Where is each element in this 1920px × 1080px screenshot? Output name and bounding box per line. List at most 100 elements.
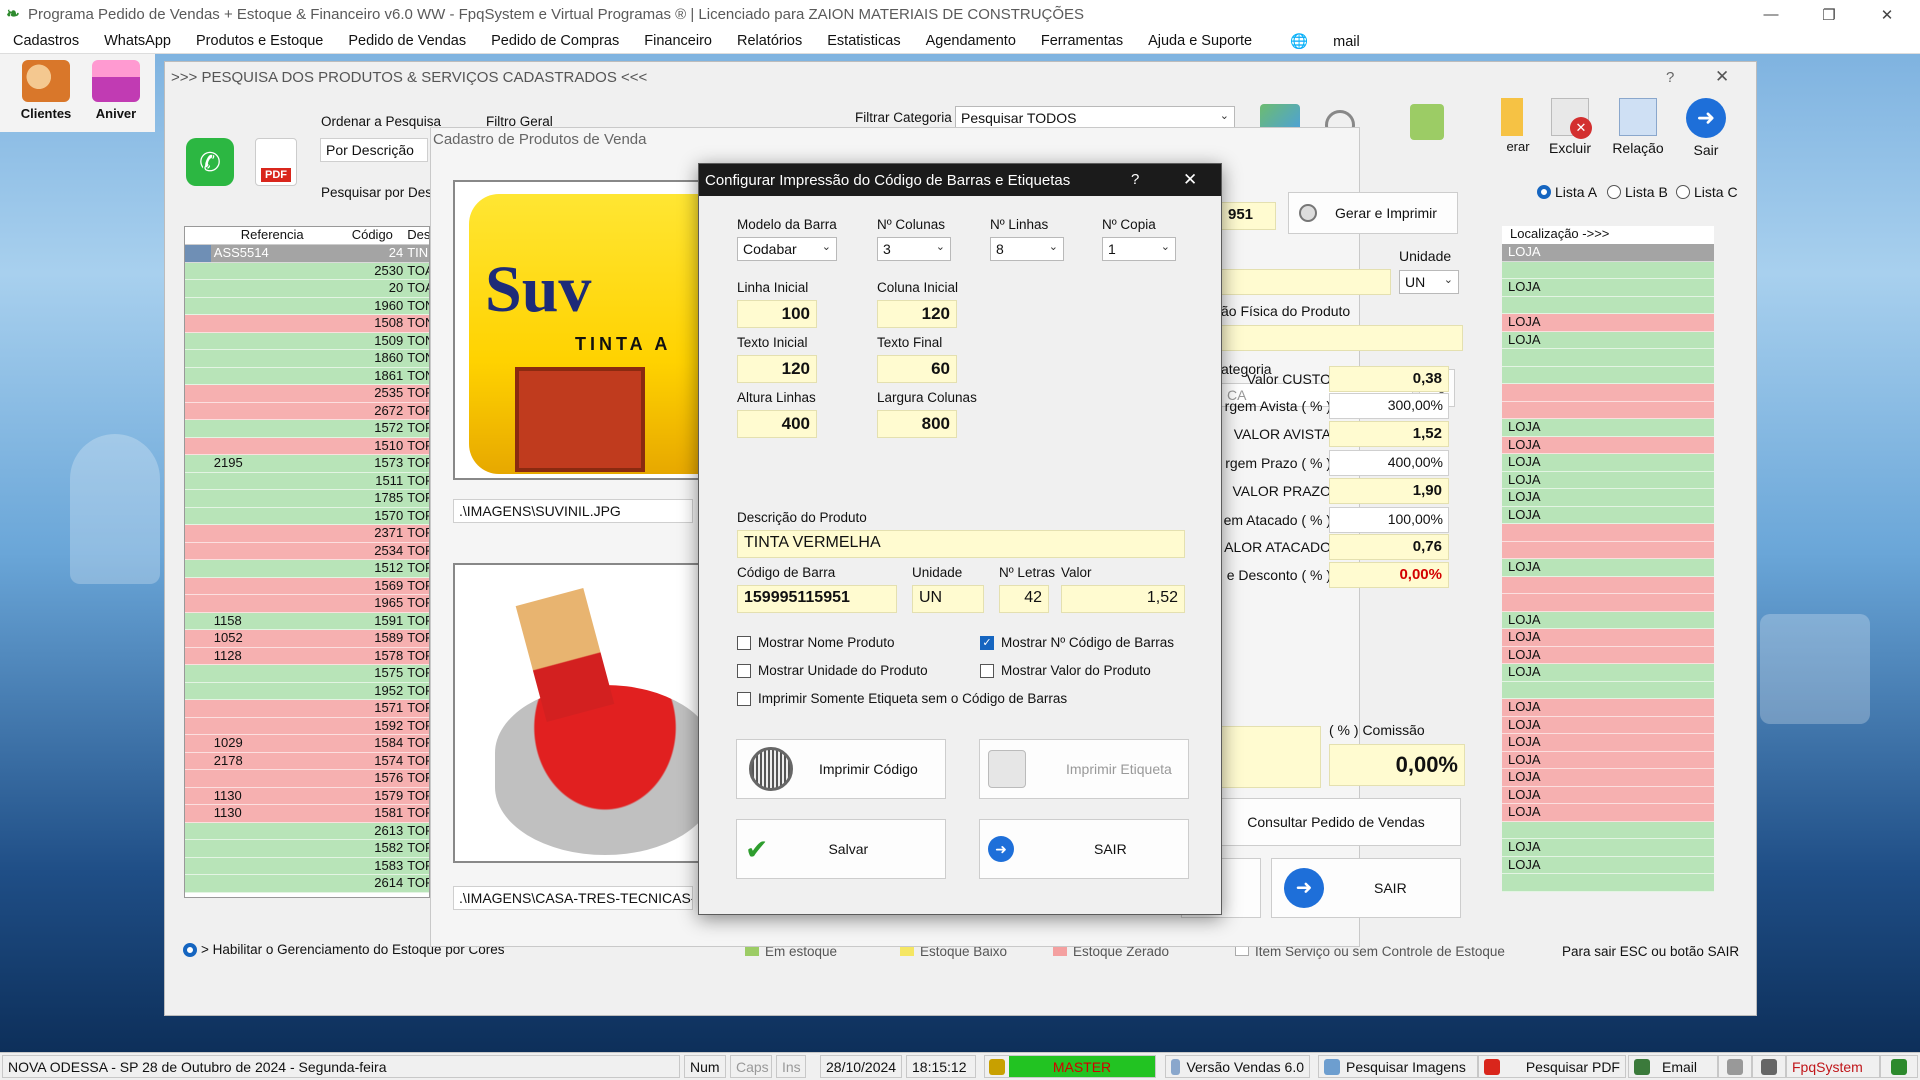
table-row[interactable]: 1592TOF	[185, 717, 429, 735]
image2-path-field[interactable]: .\IMAGENS\CASA-TRES-TECNICAS-P	[453, 886, 693, 910]
location-row[interactable]	[1502, 261, 1714, 279]
largura-field[interactable]: 800	[877, 410, 957, 438]
product-image-1[interactable]: Suv TINTA A	[453, 180, 703, 480]
table-row[interactable]: 2535TOF	[185, 385, 429, 403]
col-ref-header[interactable]: Referencia	[211, 227, 350, 244]
product-image-2[interactable]	[453, 563, 703, 863]
table-row[interactable]: 1128 1578TOF	[185, 647, 429, 665]
location-row[interactable]	[1502, 349, 1714, 367]
location-row[interactable]: LOJA	[1502, 314, 1714, 332]
price-field[interactable]: 0,76	[1329, 534, 1449, 560]
whatsapp-icon[interactable]: ✆	[186, 138, 234, 186]
table-row[interactable]: 1029 1584TOF	[185, 735, 429, 753]
table-row[interactable]: 2530TOA	[185, 262, 429, 280]
price-field[interactable]: 0,00%	[1329, 562, 1449, 588]
location-row[interactable]	[1502, 296, 1714, 314]
location-row[interactable]	[1502, 821, 1714, 839]
table-row[interactable]: 2195 1573TOF	[185, 455, 429, 473]
dialog-help-button[interactable]: ?	[1131, 171, 1139, 188]
chk-mostrar-valor[interactable]: Mostrar Valor do Produto	[980, 663, 1151, 678]
table-row[interactable]: 1510TOF	[185, 437, 429, 455]
texto-final-field[interactable]: 60	[877, 355, 957, 383]
altura-field[interactable]: 400	[737, 410, 817, 438]
chk-somente-etiqueta[interactable]: Imprimir Somente Etiqueta sem o Código d…	[737, 691, 1067, 706]
order-select[interactable]: Por Descrição	[320, 138, 428, 162]
table-row[interactable]: 2613TOF	[185, 822, 429, 840]
menu-relatorios[interactable]: Relatórios	[737, 33, 802, 49]
modelo-select[interactable]: Codabar ⌄	[737, 237, 837, 261]
descricao-field[interactable]: TINTA VERMELHA	[737, 530, 1185, 558]
chk-mostrar-unidade[interactable]: Mostrar Unidade do Produto	[737, 663, 928, 678]
search-window-close-button[interactable]: ✕	[1715, 67, 1729, 87]
location-row[interactable]: LOJA	[1502, 559, 1714, 577]
products-grid[interactable]: Referencia Código Des ASS5514 24 TIN 2530 TO…	[184, 226, 430, 898]
table-row[interactable]: 1512TOF	[185, 560, 429, 578]
email-button[interactable]: Email	[1628, 1055, 1718, 1078]
location-row[interactable]: LOJA	[1502, 664, 1714, 682]
table-row[interactable]: 1575TOF	[185, 665, 429, 683]
table-row[interactable]: 1130 1579TOF	[185, 787, 429, 805]
price-field[interactable]: 1,52	[1329, 421, 1449, 447]
location-row[interactable]: LOJA	[1502, 751, 1714, 769]
location-row[interactable]	[1502, 366, 1714, 384]
menu-email[interactable]: 🌐 mail	[1277, 33, 1372, 50]
location-row[interactable]	[1502, 384, 1714, 402]
pdf-icon[interactable]: PDF	[255, 138, 297, 186]
table-row[interactable]: 2178 1574TOF	[185, 752, 429, 770]
price-field[interactable]: 100,00%	[1329, 507, 1449, 533]
location-row[interactable]: LOJA	[1502, 646, 1714, 664]
minimize-button[interactable]: —	[1742, 0, 1800, 29]
table-row[interactable]: 1052 1589TOF	[185, 630, 429, 648]
letras-field[interactable]: 42	[999, 585, 1049, 613]
location-row[interactable]: LOJA	[1502, 786, 1714, 804]
location-row[interactable]	[1502, 576, 1714, 594]
location-row[interactable]	[1502, 524, 1714, 542]
table-row[interactable]: 1158 1591TOF	[185, 612, 429, 630]
relacao-button[interactable]: Relação	[1608, 98, 1668, 156]
location-row[interactable]: LOJA	[1502, 629, 1714, 647]
excluir-button[interactable]: ✕ Excluir	[1540, 98, 1600, 156]
col-code-header[interactable]: Código	[350, 227, 406, 244]
location-row[interactable]: LOJA	[1502, 471, 1714, 489]
table-row[interactable]: 1582TOF	[185, 840, 429, 858]
table-row[interactable]: 1569TOF	[185, 577, 429, 595]
table-row[interactable]: 1576TOF	[185, 770, 429, 788]
location-row[interactable]: LOJA	[1502, 454, 1714, 472]
location-row[interactable]: LOJA	[1502, 331, 1714, 349]
localizacao-field[interactable]	[1221, 325, 1463, 351]
linhas-select[interactable]: 8 ⌄	[990, 237, 1064, 261]
linha-inicial-field[interactable]: 100	[737, 300, 817, 328]
location-row[interactable]: LOJA	[1502, 716, 1714, 734]
chk-mostrar-nome[interactable]: Mostrar Nome Produto	[737, 635, 895, 650]
sair-top-button[interactable]: ➜ Sair	[1676, 98, 1736, 158]
table-row[interactable]: 1511TOF	[185, 472, 429, 490]
location-row[interactable]: LOJA	[1502, 279, 1714, 297]
table-row[interactable]: 1785TOF	[185, 490, 429, 508]
document-tool-icon[interactable]	[1410, 104, 1444, 140]
table-row[interactable]: 2672TOF	[185, 402, 429, 420]
aniver-button[interactable]: Aniver	[86, 60, 146, 121]
table-row[interactable]: 1952TOF	[185, 682, 429, 700]
imprimir-etiqueta-button[interactable]: Imprimir Etiqueta	[979, 739, 1189, 799]
location-row[interactable]: LOJA	[1502, 436, 1714, 454]
location-row[interactable]: LOJA	[1502, 489, 1714, 507]
menu-pedido-compras[interactable]: Pedido de Compras	[491, 33, 619, 49]
menu-estatisticas[interactable]: Estatisticas	[827, 33, 900, 49]
clientes-button[interactable]: Clientes	[16, 60, 76, 121]
table-row[interactable]: 1965TOF	[185, 595, 429, 613]
product-sair-button[interactable]: ➜ SAIR	[1271, 858, 1461, 918]
menu-pedido-vendas[interactable]: Pedido de Vendas	[348, 33, 466, 49]
pesquisar-pdf-button[interactable]: Pesquisar PDF	[1478, 1055, 1626, 1078]
table-row[interactable]: 1861TON	[185, 367, 429, 385]
location-grid[interactable]: Localização ->>> LOJA LOJA LOJA LOJA LOJA LOJ…	[1502, 226, 1714, 898]
table-row[interactable]: 1571TOF	[185, 700, 429, 718]
menu-cadastros[interactable]: Cadastros	[13, 33, 79, 49]
location-row[interactable]: LOJA	[1502, 699, 1714, 717]
table-row[interactable]: 1508TON	[185, 315, 429, 333]
chk-mostrar-codigo[interactable]: ✓ Mostrar Nº Código de Barras	[980, 635, 1174, 650]
location-row[interactable]	[1502, 401, 1714, 419]
pesquisar-imagens-button[interactable]: Pesquisar Imagens	[1318, 1055, 1478, 1078]
location-row[interactable]: LOJA	[1502, 419, 1714, 437]
location-row[interactable]: LOJA	[1502, 856, 1714, 874]
image1-path-field[interactable]: .\IMAGENS\SUVINIL.JPG	[453, 499, 693, 523]
